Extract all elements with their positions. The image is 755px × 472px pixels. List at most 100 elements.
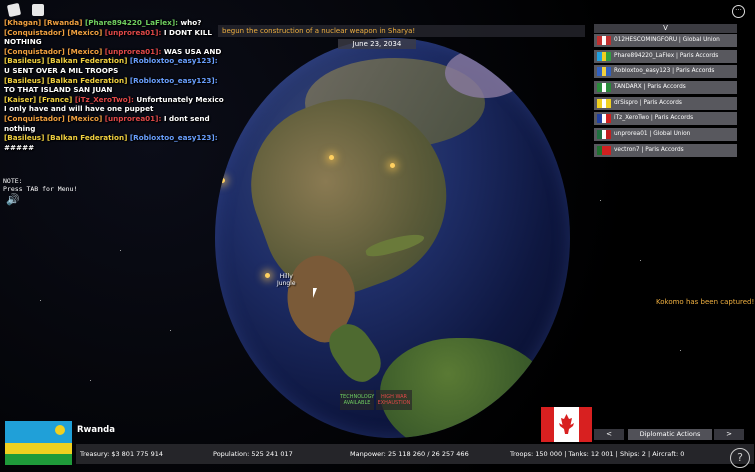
chat-tag: [Basileus]	[4, 56, 45, 66]
chat-tag: [Khagan]	[4, 18, 42, 27]
player-name: drSispro	[614, 99, 638, 106]
chat-faction: [Rwanda]	[43, 18, 83, 27]
country-name: Rwanda	[77, 425, 116, 435]
chat-log: [Khagan] [Rwanda] [Phare894220_LaFlex]: …	[4, 18, 224, 152]
player-alliance: Paris Accords	[647, 84, 686, 91]
city-light	[390, 163, 395, 168]
player-alliance: Global Union	[653, 131, 691, 138]
city-light	[220, 178, 225, 183]
chat-tag: [Basileus]	[4, 75, 45, 85]
player-row[interactable]: unprorea01 | Global Union	[594, 128, 737, 142]
player-row[interactable]: vectron7 | Paris Accords	[594, 143, 737, 157]
manpower-stat: Manpower: 25 118 260 / 26 257 466	[350, 450, 469, 458]
chat-faction: [Mexico]	[67, 46, 103, 56]
chat-user: [Robloxtoo_easy123]:	[129, 56, 218, 66]
player-flag-icon	[597, 67, 611, 77]
menu-note: NOTE: Press TAB for Menu!	[3, 177, 78, 193]
speaker-icon[interactable]: 🔊	[6, 194, 20, 206]
war-exhaustion-badge[interactable]: HIGH WAR EXHAUSTION	[376, 390, 412, 410]
chat-user: [Robloxtoo_easy123]:	[129, 75, 218, 85]
land-south-america[interactable]	[380, 338, 550, 438]
technology-available-badge[interactable]: TECHNOLOGY AVAILABLE	[340, 390, 374, 410]
player-name: vectron7	[614, 146, 640, 153]
player-name: Robloxtoo_easy123	[614, 68, 671, 75]
military-stat: Troops: 150 000 | Tanks: 12 001 | Ships:…	[510, 450, 685, 458]
chat-faction: [Mexico]	[67, 113, 103, 123]
player-flag-icon	[597, 51, 611, 61]
chat-icon[interactable]	[32, 4, 44, 16]
event-notification: Kokomo has been captured!	[656, 298, 755, 306]
chat-tag: [Kaiser]	[4, 94, 37, 104]
chat-msg: #####	[4, 142, 35, 152]
land-greenland[interactable]	[445, 48, 525, 98]
chat-faction: [Balkan Federation]	[46, 56, 128, 66]
roblox-menu-icon[interactable]	[6, 2, 22, 18]
player-row[interactable]: 012HESCOMINGFORU | Global Union	[594, 34, 737, 47]
player-name: TANDARX	[614, 84, 642, 91]
chat-faction: [Balkan Federation]	[46, 133, 128, 143]
chat-tag: [Conquistador]	[4, 27, 65, 37]
city-light	[265, 273, 270, 278]
chat-message: [Basileus] [Balkan Federation] [Robloxto…	[4, 56, 224, 75]
player-name: iTz_XeroTwo	[614, 115, 650, 122]
chat-user: [Phare894220_LaFlex]:	[84, 18, 178, 27]
chat-msg: who?	[180, 18, 202, 27]
chat-tag: [Basileus]	[4, 133, 45, 143]
player-row[interactable]: TANDARX | Paris Accords	[594, 81, 737, 95]
help-icon[interactable]: ?	[730, 448, 750, 468]
chat-user: [unprorea01]:	[104, 27, 162, 37]
player-flag-icon	[597, 145, 611, 155]
player-flag-icon	[597, 114, 611, 124]
chat-user: [unprorea01]:	[104, 113, 162, 123]
chat-tag: [Conquistador]	[4, 113, 65, 123]
chat-message: [Basileus] [Balkan Federation] [Robloxto…	[4, 133, 224, 152]
chat-message: [Conquistador] [Mexico] [unprorea01]: I …	[4, 114, 224, 133]
player-flag-icon	[597, 83, 611, 93]
chat-faction: [France]	[38, 94, 73, 104]
chat-msg: U SENT OVER A MIL TROOPS	[4, 65, 119, 75]
map-region-label: Hilly Jungle	[277, 273, 296, 287]
chat-faction: [Balkan Federation]	[46, 75, 128, 85]
more-options-icon[interactable]: ···	[732, 5, 745, 18]
rwanda-flag-icon	[5, 421, 72, 465]
chat-user: [unprorea01]:	[104, 46, 162, 56]
player-row[interactable]: Robloxtoo_easy123 | Paris Accords	[594, 65, 737, 79]
chat-message: [Khagan] [Rwanda] [Phare894220_LaFlex]: …	[4, 18, 224, 28]
event-banner: begun the construction of a nuclear weap…	[218, 25, 585, 37]
city-light	[329, 155, 334, 160]
player-row[interactable]: iTz_XeroTwo | Paris Accords	[594, 112, 737, 126]
player-row[interactable]: drSispro | Paris Accords	[594, 96, 737, 110]
world-globe[interactable]	[215, 38, 570, 438]
game-date: June 23, 2034	[338, 39, 416, 49]
chat-tag: [Conquistador]	[4, 46, 65, 56]
canada-flag-icon[interactable]	[541, 407, 592, 442]
player-list: V 012HESCOMINGFORU | Global Union Phare89…	[594, 24, 737, 160]
player-alliance: Paris Accords	[675, 68, 715, 75]
player-alliance: Paris Accords	[645, 146, 684, 153]
player-alliance: Paris Accords	[654, 115, 694, 122]
player-name: Phare894220_LaFlex	[614, 52, 675, 59]
population-stat: Population: 525 241 017	[213, 450, 293, 458]
diplomacy-prev-button[interactable]: <	[594, 429, 624, 440]
player-name: 012HESCOMINGFORU	[614, 37, 678, 43]
chat-message: [Conquistador] [Mexico] [unprorea01]: WA…	[4, 47, 224, 57]
chat-msg: TO THAT ISLAND SAN JUAN	[4, 85, 113, 95]
chat-user: [iTz_XeroTwo]:	[74, 94, 134, 104]
chat-msg: WAS USA AND	[163, 46, 222, 56]
player-alliance: Paris Accords	[643, 99, 682, 106]
player-list-toggle[interactable]: V	[594, 24, 737, 33]
diplomacy-next-button[interactable]: >	[714, 429, 744, 440]
resource-bar: Treasury: $3 801 775 914 Population: 525…	[76, 444, 754, 464]
chat-message: [Basileus] [Balkan Federation] [Robloxto…	[4, 76, 224, 95]
diplomatic-actions-button[interactable]: Diplomatic Actions	[628, 429, 712, 440]
chat-message: [Kaiser] [France] [iTz_XeroTwo]: Unfortu…	[4, 95, 224, 114]
player-flag-icon	[597, 130, 611, 140]
mouse-cursor-icon	[313, 288, 317, 298]
chat-user: [Robloxtoo_easy123]:	[129, 133, 218, 143]
player-flag-icon	[597, 98, 611, 108]
chat-faction: [Mexico]	[67, 27, 103, 37]
player-row[interactable]: Phare894220_LaFlex | Paris Accords	[594, 49, 737, 63]
player-flag-icon	[597, 36, 611, 45]
player-name: unprorea01	[614, 131, 648, 138]
treasury-stat: Treasury: $3 801 775 914	[80, 450, 164, 458]
